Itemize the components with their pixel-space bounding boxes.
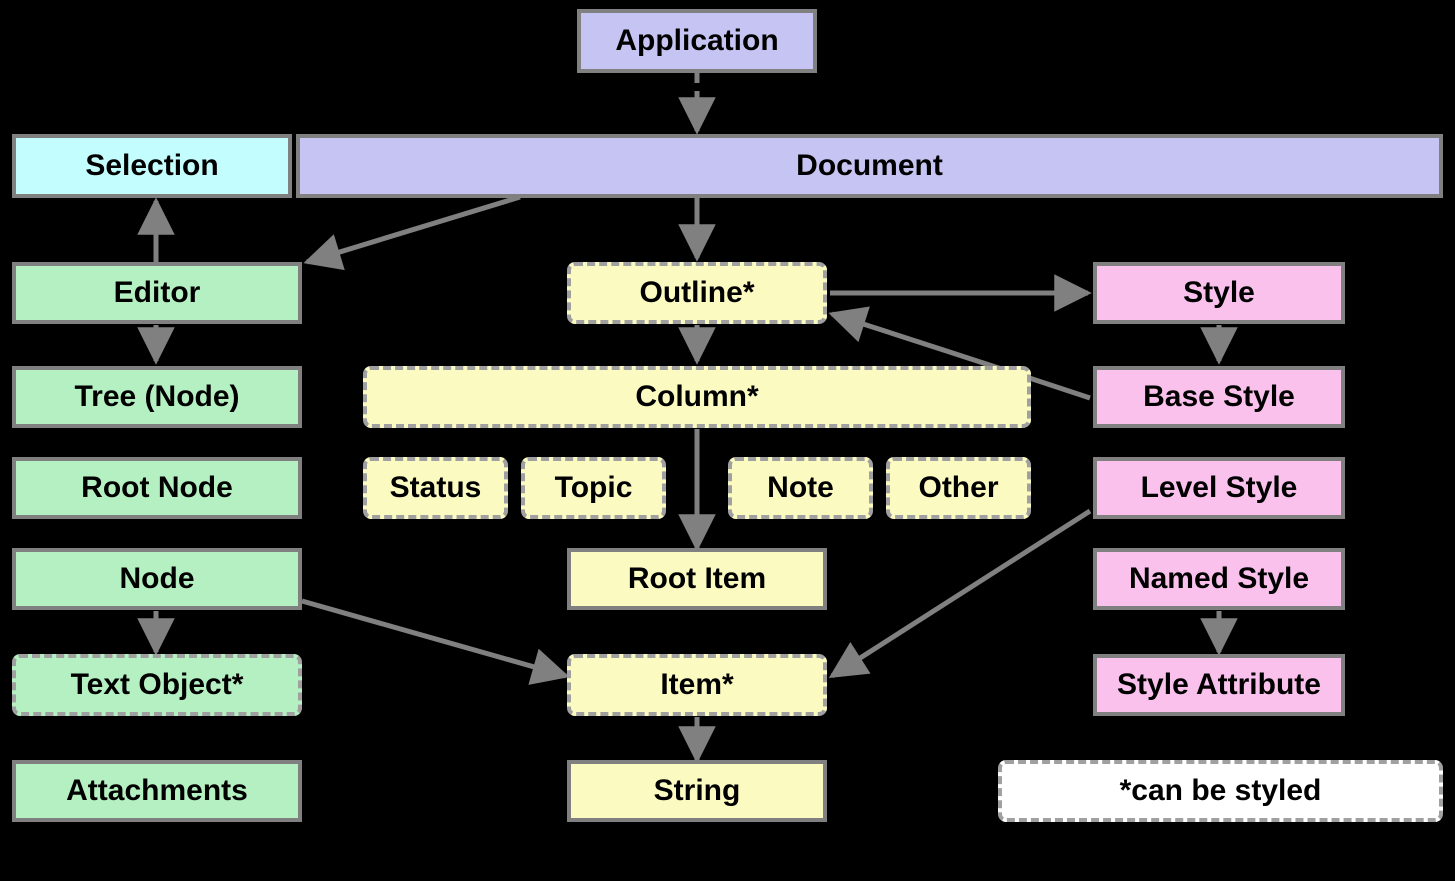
edge-node-item bbox=[302, 601, 566, 676]
label: String bbox=[654, 774, 741, 808]
node-document: Document bbox=[296, 134, 1443, 198]
node-named-style: Named Style bbox=[1093, 548, 1345, 610]
label: Column* bbox=[635, 380, 758, 414]
label: Document bbox=[796, 149, 943, 183]
node-editor: Editor bbox=[12, 262, 302, 324]
label: Level Style bbox=[1141, 471, 1298, 505]
node-text-object: Text Object* bbox=[12, 654, 302, 716]
node-string: String bbox=[567, 760, 827, 822]
label: Selection bbox=[85, 149, 218, 183]
label: Outline* bbox=[639, 276, 754, 310]
label: Root Item bbox=[628, 562, 766, 596]
label: Tree (Node) bbox=[74, 380, 239, 414]
node-node: Node bbox=[12, 548, 302, 610]
node-style: Style bbox=[1093, 262, 1345, 324]
node-status: Status bbox=[363, 457, 508, 519]
node-other: Other bbox=[886, 457, 1031, 519]
label: Editor bbox=[114, 276, 201, 310]
node-application: Application bbox=[577, 9, 817, 73]
node-root-node: Root Node bbox=[12, 457, 302, 519]
label: Other bbox=[918, 471, 998, 505]
label: *can be styled bbox=[1120, 774, 1322, 808]
node-root-item: Root Item bbox=[567, 548, 827, 610]
node-item: Item* bbox=[567, 654, 827, 716]
label: Application bbox=[615, 24, 778, 58]
node-topic: Topic bbox=[521, 457, 666, 519]
node-tree-node: Tree (Node) bbox=[12, 366, 302, 428]
node-level-style: Level Style bbox=[1093, 457, 1345, 519]
edge-document-editor bbox=[307, 197, 520, 262]
node-note: Note bbox=[728, 457, 873, 519]
node-style-attribute: Style Attribute bbox=[1093, 654, 1345, 716]
node-column: Column* bbox=[363, 366, 1031, 428]
label: Base Style bbox=[1143, 380, 1295, 414]
diagram-canvas: Application Selection Document Editor Tr… bbox=[0, 0, 1455, 881]
label: Topic bbox=[555, 471, 633, 505]
label: Attachments bbox=[66, 774, 248, 808]
node-base-style: Base Style bbox=[1093, 366, 1345, 428]
label: Style bbox=[1183, 276, 1255, 310]
node-attachments: Attachments bbox=[12, 760, 302, 822]
label: Root Node bbox=[81, 471, 233, 505]
edge-levelstyle-item bbox=[832, 511, 1090, 676]
node-outline: Outline* bbox=[567, 262, 827, 324]
label: Text Object* bbox=[71, 668, 244, 702]
legend-can-be-styled: *can be styled bbox=[998, 760, 1443, 822]
label: Named Style bbox=[1129, 562, 1309, 596]
label: Status bbox=[390, 471, 482, 505]
label: Node bbox=[120, 562, 195, 596]
edges-layer bbox=[0, 0, 1455, 881]
label: Style Attribute bbox=[1117, 668, 1321, 702]
label: Item* bbox=[660, 668, 733, 702]
label: Note bbox=[767, 471, 834, 505]
node-selection: Selection bbox=[12, 134, 292, 198]
